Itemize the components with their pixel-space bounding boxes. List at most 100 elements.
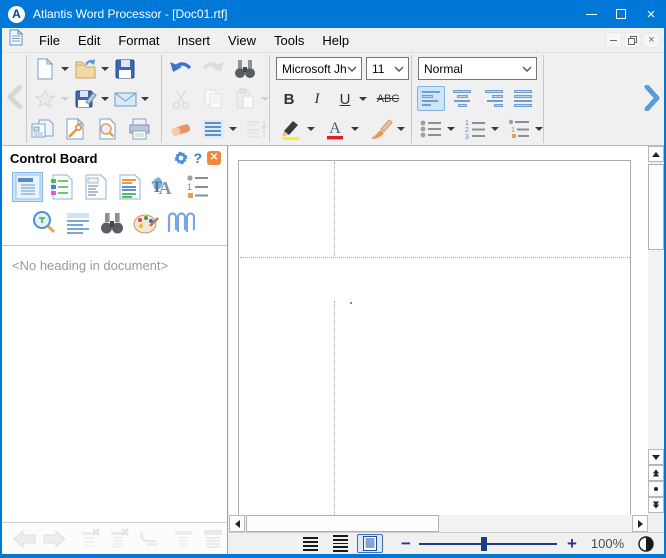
bold-button[interactable]: B — [278, 86, 300, 112]
eraser-button[interactable] — [168, 116, 194, 142]
horizontal-scrollbar[interactable] — [229, 515, 648, 532]
new-document-dropdown[interactable] — [61, 67, 69, 71]
save-button[interactable] — [112, 56, 138, 82]
cb-attachments-button[interactable] — [164, 208, 195, 238]
cb-back-button[interactable] — [10, 527, 39, 551]
multilevel-list-dropdown[interactable] — [535, 127, 543, 131]
style-combobox[interactable]: Normal — [418, 57, 537, 80]
cb-delete-all-button[interactable] — [105, 527, 134, 551]
control-board-close-button[interactable]: ✕ — [207, 151, 221, 165]
cb-bookmarks-button[interactable] — [46, 172, 77, 202]
online-view-button[interactable] — [327, 534, 353, 553]
menu-format[interactable]: Format — [109, 30, 168, 51]
menu-view[interactable]: View — [219, 30, 265, 51]
multilevel-list-button[interactable]: 1 — [506, 116, 532, 142]
paste-dropdown[interactable] — [261, 97, 269, 101]
menu-help[interactable]: Help — [313, 30, 358, 51]
minimize-button[interactable] — [576, 0, 606, 28]
underline-button[interactable]: U — [334, 86, 356, 112]
zoom-slider-track[interactable] — [419, 543, 557, 545]
control-board-help-button[interactable]: ? — [193, 150, 202, 166]
highlight-dropdown[interactable] — [307, 127, 315, 131]
underline-dropdown[interactable] — [359, 97, 367, 101]
cb-paragraphs-button[interactable] — [62, 208, 93, 238]
italic-button[interactable]: I — [306, 86, 328, 112]
menu-file[interactable]: File — [30, 30, 69, 51]
cb-styles-button[interactable] — [114, 172, 145, 202]
cut-button[interactable] — [168, 86, 194, 112]
print-button[interactable] — [126, 116, 152, 142]
browse-object-button[interactable] — [648, 481, 664, 497]
scroll-down-button[interactable] — [648, 449, 664, 465]
menu-edit[interactable]: Edit — [69, 30, 109, 51]
cb-undo-change-button[interactable] — [134, 527, 163, 551]
cb-fonts-button[interactable]: AT — [148, 172, 179, 202]
align-center-button[interactable] — [448, 86, 476, 111]
contrast-toggle-button[interactable] — [638, 536, 654, 552]
align-right-button[interactable] — [479, 86, 507, 111]
align-justify-button[interactable] — [510, 86, 538, 111]
paragraph-format-dropdown[interactable] — [229, 127, 237, 131]
scroll-up-button[interactable] — [648, 146, 664, 162]
cb-demote-button[interactable] — [198, 527, 227, 551]
format-painter-button[interactable] — [368, 116, 394, 142]
print-layout-view-button[interactable] — [357, 534, 383, 553]
mdi-minimize-button[interactable] — [605, 32, 622, 48]
print-preview-button[interactable] — [94, 116, 120, 142]
find-button[interactable] — [232, 56, 258, 82]
cb-colors-button[interactable] — [130, 208, 161, 238]
scroll-right-button[interactable] — [632, 515, 648, 532]
sort-paragraphs-button[interactable] — [244, 116, 270, 142]
redo-button[interactable] — [200, 56, 226, 82]
close-button[interactable]: × — [636, 0, 666, 28]
horizontal-scroll-thumb[interactable] — [246, 515, 439, 532]
bullet-list-dropdown[interactable] — [447, 127, 455, 131]
cb-headings-button[interactable] — [12, 172, 43, 202]
scroll-left-button[interactable] — [229, 515, 245, 532]
favorites-button[interactable] — [32, 86, 58, 112]
font-size-combobox[interactable]: 11 — [366, 57, 409, 80]
cb-promote-button[interactable] — [169, 527, 198, 551]
cb-forward-button[interactable] — [39, 527, 68, 551]
bullet-list-button[interactable] — [418, 116, 444, 142]
document-viewport[interactable] — [229, 146, 648, 515]
save-as-dropdown[interactable] — [101, 97, 109, 101]
document-properties-button[interactable] — [30, 116, 56, 142]
toolbar-scroll-right-icon[interactable] — [642, 85, 662, 111]
vertical-scrollbar[interactable] — [648, 146, 664, 513]
save-as-button[interactable] — [72, 86, 98, 112]
highlight-button[interactable] — [278, 116, 304, 142]
strikethrough-button[interactable]: ABC — [372, 86, 404, 112]
font-color-button[interactable]: A — [322, 116, 348, 142]
align-left-button[interactable] — [417, 86, 445, 111]
open-dropdown[interactable] — [101, 67, 109, 71]
zoom-slider-thumb[interactable] — [481, 537, 487, 551]
undo-button[interactable] — [168, 56, 194, 82]
cb-fields-button[interactable] — [80, 172, 111, 202]
paragraph-format-button[interactable] — [200, 116, 226, 142]
font-color-dropdown[interactable] — [351, 127, 359, 131]
draft-view-button[interactable] — [297, 534, 323, 553]
paste-button[interactable] — [232, 86, 258, 112]
numbered-list-dropdown[interactable] — [491, 127, 499, 131]
favorites-dropdown[interactable] — [61, 97, 69, 101]
cb-delete-heading-button[interactable] — [76, 527, 105, 551]
copy-button[interactable] — [200, 86, 226, 112]
previous-page-button[interactable] — [648, 465, 664, 481]
document-options-button[interactable] — [62, 116, 88, 142]
cb-find-button[interactable] — [96, 208, 127, 238]
zoom-out-button[interactable]: − — [401, 536, 411, 552]
mdi-restore-button[interactable] — [624, 32, 641, 48]
email-button[interactable] — [112, 86, 138, 112]
toolbar-scroll-left-icon[interactable] — [6, 85, 24, 109]
zoom-in-button[interactable]: + — [567, 536, 577, 552]
font-name-combobox[interactable]: Microsoft Jh — [276, 57, 362, 80]
cb-lists-button[interactable]: 1 — [182, 172, 213, 202]
document-page[interactable] — [238, 160, 631, 515]
numbered-list-button[interactable]: 123 — [462, 116, 488, 142]
next-page-button[interactable] — [648, 497, 664, 513]
vertical-scroll-thumb[interactable] — [648, 164, 664, 250]
menu-tools[interactable]: Tools — [265, 30, 313, 51]
new-document-button[interactable] — [32, 56, 58, 82]
cb-lookup-button[interactable] — [28, 208, 59, 238]
